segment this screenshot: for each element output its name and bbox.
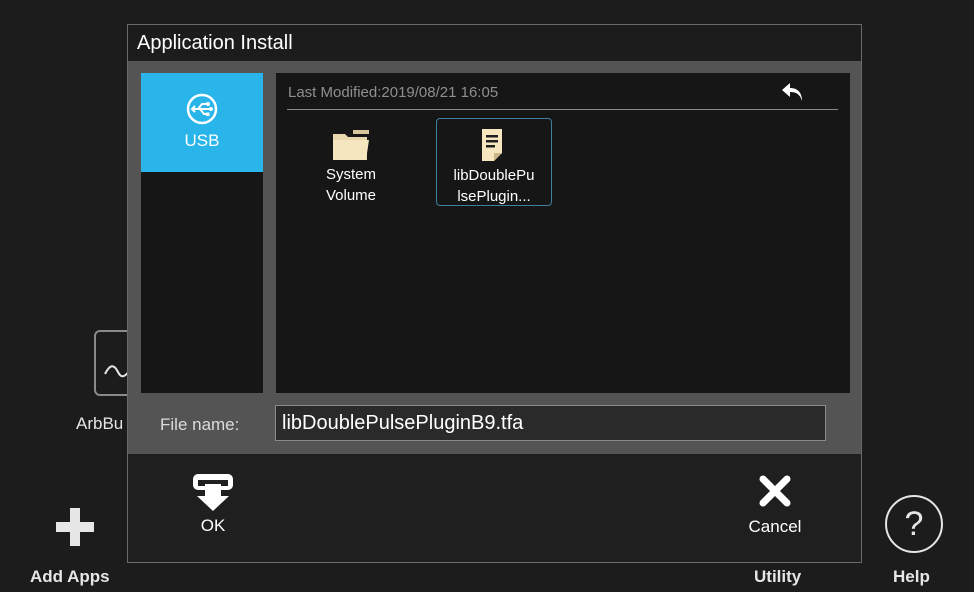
- file-item-name-line1: System: [325, 166, 376, 183]
- file-browser: Last Modified:2019/08/21 16:05 System Vo…: [276, 73, 850, 393]
- file-name-label: File name:: [160, 415, 240, 434]
- ok-label: OK: [200, 516, 226, 535]
- dialog-body: USB Last Modified:2019/08/21 16:05 Syste…: [128, 61, 861, 454]
- file-name-input[interactable]: libDoublePulsePluginB9.tfa: [275, 405, 826, 441]
- source-list: USB: [141, 73, 263, 393]
- file-item-name-line2: lsePlugin...: [457, 188, 531, 205]
- file-item-name-line1: libDoublePu: [453, 167, 535, 184]
- utility-label[interactable]: Utility: [754, 567, 801, 587]
- source-item-label: USB: [184, 131, 220, 150]
- add-apps-icon[interactable]: [56, 508, 94, 546]
- usb-icon: [186, 93, 218, 125]
- path-divider: [287, 109, 838, 110]
- file-item-libdoublepulseplugin[interactable]: libDoublePu lsePlugin...: [436, 118, 552, 206]
- file-item-name-line2: Volume: [325, 187, 377, 204]
- cancel-label: Cancel: [748, 517, 802, 536]
- close-icon: [759, 475, 791, 507]
- back-arrow-icon[interactable]: [780, 81, 806, 103]
- cancel-button[interactable]: Cancel: [740, 475, 810, 545]
- file-item-system-volume[interactable]: System Volume: [293, 120, 409, 208]
- help-icon[interactable]: ?: [885, 495, 943, 553]
- folder-icon: [333, 130, 369, 160]
- application-install-dialog: Application Install USB Last Modified:20…: [127, 24, 862, 563]
- last-modified-text: Last Modified:2019/08/21 16:05: [288, 84, 499, 101]
- dialog-title: Application Install: [128, 25, 861, 61]
- ok-button[interactable]: OK: [183, 472, 243, 542]
- help-label[interactable]: Help: [893, 567, 930, 587]
- arb-app-label: ArbBu: [76, 414, 124, 433]
- file-icon: [482, 129, 502, 161]
- add-apps-label[interactable]: Add Apps: [30, 567, 110, 587]
- source-item-usb[interactable]: USB: [141, 73, 263, 172]
- install-download-icon: [193, 474, 233, 511]
